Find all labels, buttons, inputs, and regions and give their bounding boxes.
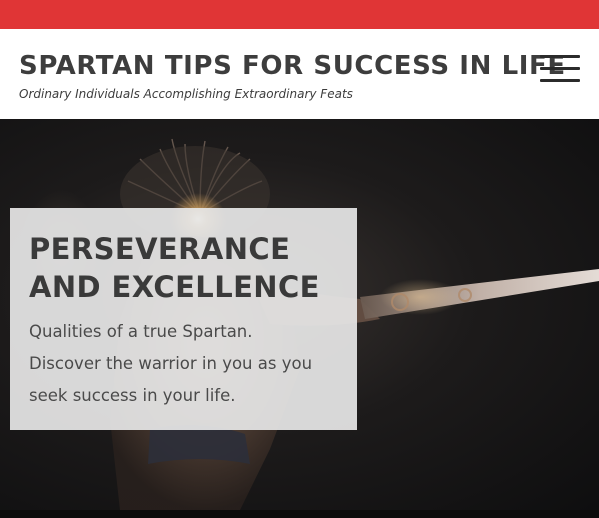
hero-description: Qualities of a true Spartan. Discover th… (29, 316, 349, 412)
site-header: SPARTAN TIPS FOR SUCCESS IN LIFE Ordinar… (0, 29, 599, 119)
hero-text-line: seek success in your life. (29, 386, 236, 405)
hero-text-line: Qualities of a true Spartan. (29, 322, 253, 341)
hero-text-box: PERSEVERANCE AND EXCELLENCE Qualities of… (10, 208, 357, 430)
hero-banner: PERSEVERANCE AND EXCELLENCE Qualities of… (0, 119, 599, 510)
site-tagline: Ordinary Individuals Accomplishing Extra… (19, 87, 353, 101)
hero-heading: PERSEVERANCE AND EXCELLENCE (29, 230, 349, 306)
hamburger-menu-icon[interactable] (540, 55, 580, 83)
menu-line (540, 55, 580, 58)
hero-heading-line: AND EXCELLENCE (29, 270, 320, 304)
hero-text-line: Discover the warrior in you as you (29, 354, 313, 373)
hero-heading-line: PERSEVERANCE (29, 232, 291, 266)
site-title[interactable]: SPARTAN TIPS FOR SUCCESS IN LIFE (19, 51, 566, 81)
menu-line (540, 67, 580, 70)
top-accent-bar (0, 0, 599, 29)
bottom-bar (0, 510, 599, 518)
menu-line (540, 79, 580, 82)
